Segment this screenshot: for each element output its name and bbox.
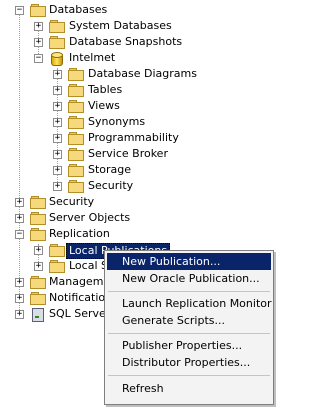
expand-toggle[interactable]: + bbox=[53, 70, 62, 79]
node-label-intelmet[interactable]: Intelmet bbox=[68, 51, 116, 65]
expand-toggle[interactable]: + bbox=[34, 262, 43, 271]
tree-node-db-security[interactable]: + Security bbox=[0, 179, 293, 195]
menu-item-refresh[interactable]: Refresh bbox=[107, 380, 271, 397]
node-label[interactable]: Views bbox=[87, 99, 121, 113]
tree-node-service-broker[interactable]: + Service Broker bbox=[0, 147, 293, 163]
folder-icon bbox=[68, 164, 84, 177]
folder-icon bbox=[30, 4, 46, 17]
collapse-toggle[interactable]: − bbox=[15, 6, 24, 15]
folder-icon bbox=[68, 132, 84, 145]
node-label[interactable]: Synonyms bbox=[87, 115, 146, 129]
expand-toggle[interactable]: + bbox=[34, 246, 43, 255]
menu-item-generate-scripts[interactable]: Generate Scripts... bbox=[107, 312, 271, 329]
collapse-toggle[interactable]: − bbox=[15, 230, 24, 239]
database-icon bbox=[51, 52, 63, 66]
folder-icon bbox=[68, 100, 84, 113]
tree-node-intelmet[interactable]: − Intelmet bbox=[0, 51, 293, 67]
expand-toggle[interactable]: + bbox=[53, 86, 62, 95]
tree-node-databases[interactable]: − Databases bbox=[0, 3, 293, 19]
expand-toggle[interactable]: + bbox=[15, 278, 24, 287]
node-label-security[interactable]: Security bbox=[48, 195, 95, 209]
tree-node-security[interactable]: + Security bbox=[0, 195, 293, 211]
sql-agent-icon bbox=[30, 307, 46, 322]
node-label[interactable]: Database Diagrams bbox=[87, 67, 198, 81]
tree-node-programmability[interactable]: + Programmability bbox=[0, 131, 293, 147]
node-label[interactable]: Service Broker bbox=[87, 147, 169, 161]
menu-separator bbox=[108, 333, 270, 334]
expand-toggle[interactable]: + bbox=[53, 134, 62, 143]
folder-icon bbox=[30, 212, 46, 225]
folder-icon bbox=[49, 244, 65, 257]
folder-icon bbox=[30, 292, 46, 305]
folder-icon bbox=[30, 196, 46, 209]
tree-node-server-objects[interactable]: + Server Objects bbox=[0, 211, 293, 227]
node-label[interactable]: Storage bbox=[87, 163, 132, 177]
folder-icon bbox=[68, 180, 84, 193]
tree-node-synonyms[interactable]: + Synonyms bbox=[0, 115, 293, 131]
node-label-system-databases[interactable]: System Databases bbox=[68, 19, 173, 33]
expand-toggle[interactable]: + bbox=[53, 166, 62, 175]
folder-icon bbox=[49, 36, 65, 49]
tree-node-system-databases[interactable]: + System Databases bbox=[0, 19, 293, 35]
expand-toggle[interactable]: + bbox=[53, 118, 62, 127]
tree-node-replication[interactable]: − Replication bbox=[0, 227, 293, 243]
folder-icon bbox=[68, 116, 84, 129]
context-menu: New Publication... New Oracle Publicatio… bbox=[104, 250, 274, 405]
folder-icon bbox=[68, 68, 84, 81]
expand-toggle[interactable]: + bbox=[15, 198, 24, 207]
menu-item-publisher-properties[interactable]: Publisher Properties... bbox=[107, 337, 271, 354]
folder-icon bbox=[68, 84, 84, 97]
folder-icon bbox=[30, 228, 46, 241]
folder-icon bbox=[68, 148, 84, 161]
node-label[interactable]: Tables bbox=[87, 83, 123, 97]
expand-toggle[interactable]: + bbox=[34, 22, 43, 31]
node-label-server-objects[interactable]: Server Objects bbox=[48, 211, 131, 225]
folder-icon bbox=[30, 276, 46, 289]
folder-icon bbox=[49, 20, 65, 33]
menu-item-distributor-properties[interactable]: Distributor Properties... bbox=[107, 354, 271, 371]
node-label-database-snapshots[interactable]: Database Snapshots bbox=[68, 35, 183, 49]
menu-item-new-oracle-publication[interactable]: New Oracle Publication... bbox=[107, 270, 271, 287]
tree-node-views[interactable]: + Views bbox=[0, 99, 293, 115]
expand-toggle[interactable]: + bbox=[34, 38, 43, 47]
menu-separator bbox=[108, 375, 270, 376]
node-label[interactable]: Security bbox=[87, 179, 134, 193]
menu-item-new-publication[interactable]: New Publication... bbox=[107, 253, 271, 270]
expand-toggle[interactable]: + bbox=[15, 310, 24, 319]
expand-toggle[interactable]: + bbox=[53, 150, 62, 159]
tree-node-database-snapshots[interactable]: + Database Snapshots bbox=[0, 35, 293, 51]
tree-node-storage[interactable]: + Storage bbox=[0, 163, 293, 179]
expand-toggle[interactable]: + bbox=[15, 214, 24, 223]
menu-separator bbox=[108, 291, 270, 292]
expand-toggle[interactable]: + bbox=[53, 182, 62, 191]
expand-toggle[interactable]: + bbox=[53, 102, 62, 111]
tree-node-tables[interactable]: + Tables bbox=[0, 83, 293, 99]
node-label[interactable]: Programmability bbox=[87, 131, 180, 145]
node-label-replication[interactable]: Replication bbox=[48, 227, 111, 241]
tree-node-database-diagrams[interactable]: + Database Diagrams bbox=[0, 67, 293, 83]
node-label-databases[interactable]: Databases bbox=[48, 3, 108, 17]
folder-icon bbox=[49, 260, 65, 273]
collapse-toggle[interactable]: − bbox=[34, 54, 43, 63]
menu-item-launch-replication-monitor[interactable]: Launch Replication Monitor bbox=[107, 295, 272, 312]
expand-toggle[interactable]: + bbox=[15, 294, 24, 303]
